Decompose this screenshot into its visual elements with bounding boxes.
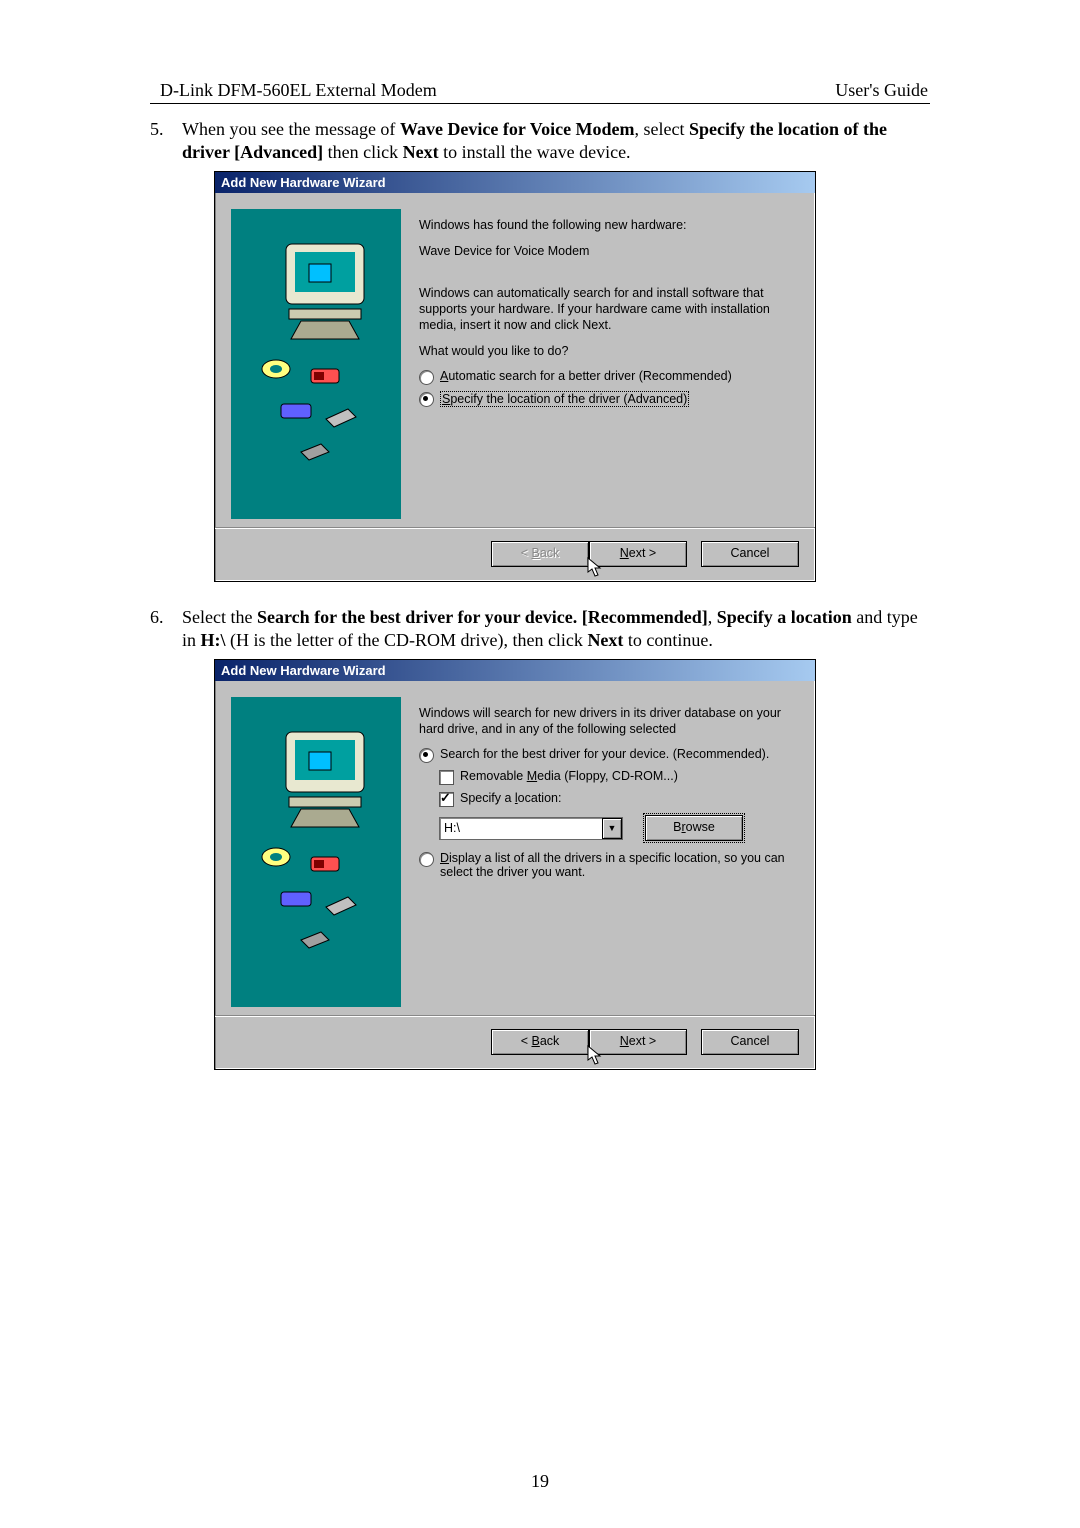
- wiz2-check-removable[interactable]: Removable Media (Floppy, CD-ROM...): [439, 769, 795, 785]
- next-button[interactable]: Next >: [589, 1029, 687, 1055]
- step-5-number: 5.: [150, 118, 182, 163]
- wizard-1: Add New Hardware Wizard: [214, 171, 816, 582]
- checkbox-icon: [439, 770, 454, 785]
- back-button[interactable]: < Back: [491, 1029, 589, 1055]
- location-combo[interactable]: H:\ ▼: [439, 817, 623, 840]
- wizard-1-titlebar: Add New Hardware Wizard: [215, 172, 815, 193]
- wiz2-button-row: < Back Next > Cancel: [215, 1023, 815, 1069]
- wiz1-question: What would you like to do?: [419, 343, 795, 359]
- radio-icon: [419, 748, 434, 763]
- wiz1-button-row: < Back Next > Cancel: [215, 535, 815, 581]
- browse-button[interactable]: Browse: [645, 815, 743, 841]
- wiz2-radio-search[interactable]: Search for the best driver for your devi…: [419, 747, 795, 763]
- wizard-2-titlebar: Add New Hardware Wizard: [215, 660, 815, 681]
- header-right: User's Guide: [835, 80, 928, 101]
- next-button[interactable]: Next >: [589, 541, 687, 567]
- wiz1-radio-specify[interactable]: Specify the location of the driver (Adva…: [419, 391, 795, 407]
- checkbox-icon: [439, 792, 454, 807]
- wiz2-check-location[interactable]: Specify a location:: [439, 791, 795, 807]
- step-6-text: Select the Search for the best driver fo…: [182, 606, 930, 651]
- wizard-2-illustration: [231, 697, 401, 1007]
- wiz1-radio-automatic[interactable]: Automatic search for a better driver (Re…: [419, 369, 795, 385]
- wiz1-device-name: Wave Device for Voice Modem: [419, 243, 795, 259]
- wiz2-intro: Windows will search for new drivers in i…: [419, 705, 795, 737]
- step-5-text: When you see the message of Wave Device …: [182, 118, 930, 163]
- cancel-button[interactable]: Cancel: [701, 1029, 799, 1055]
- header-left: D-Link DFM-560EL External Modem: [152, 80, 437, 101]
- step-6-number: 6.: [150, 606, 182, 651]
- page-number: 19: [0, 1471, 1080, 1492]
- wizard-2: Add New Hardware Wizard: [214, 659, 816, 1070]
- radio-icon: [419, 392, 434, 407]
- wiz2-radio-display-list[interactable]: Display a list of all the drivers in a s…: [419, 851, 795, 879]
- location-input[interactable]: H:\: [440, 821, 602, 835]
- radio-icon: [419, 852, 434, 867]
- back-button: < Back: [491, 541, 589, 567]
- cancel-button[interactable]: Cancel: [701, 541, 799, 567]
- dropdown-arrow-icon[interactable]: ▼: [602, 818, 622, 839]
- page-header: D-Link DFM-560EL External Modem User's G…: [150, 80, 930, 104]
- radio-icon: [419, 370, 434, 385]
- wiz1-found-text: Windows has found the following new hard…: [419, 217, 795, 233]
- wizard-1-illustration: [231, 209, 401, 519]
- wiz1-auto-text: Windows can automatically search for and…: [419, 285, 795, 333]
- step-6: 6. Select the Search for the best driver…: [150, 606, 930, 651]
- step-5: 5. When you see the message of Wave Devi…: [150, 118, 930, 163]
